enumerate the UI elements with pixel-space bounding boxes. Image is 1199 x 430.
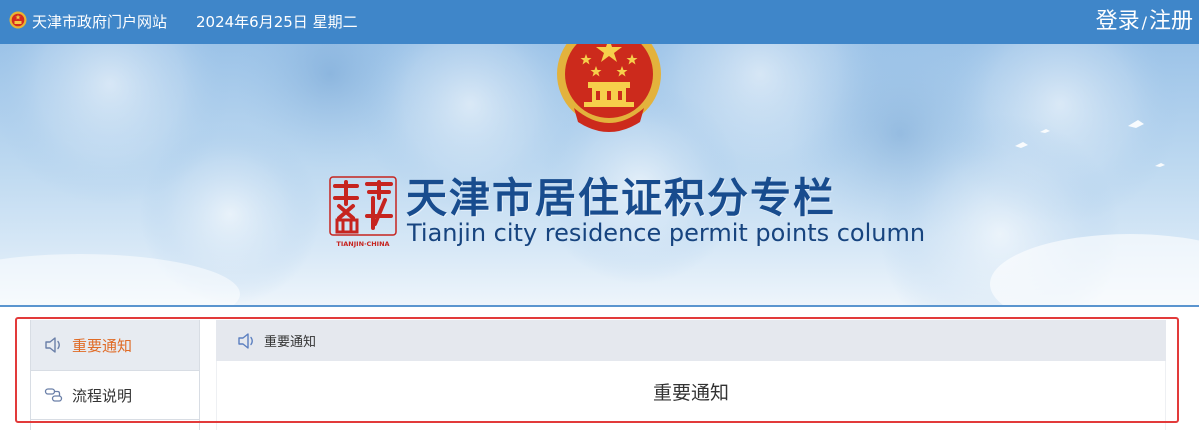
login-link[interactable]: 登录 — [1096, 7, 1140, 37]
tianjin-seal-logo: TIANJIN·CHINA — [329, 176, 397, 248]
notice-panel: 重要通知 — [216, 361, 1166, 430]
sidebar-item-notices[interactable]: 重要通知 — [31, 320, 199, 371]
page-title: 重要通知 — [652, 382, 729, 404]
flow-icon — [44, 386, 64, 404]
seal-caption: TIANJIN·CHINA — [336, 240, 389, 248]
banner-divider — [0, 305, 1199, 307]
main-content: 重要通知 重要通知 — [216, 320, 1166, 430]
register-link[interactable]: 注册 — [1149, 7, 1193, 37]
breadcrumb-label: 重要通知 — [264, 335, 317, 350]
national-emblem-icon — [9, 11, 27, 29]
top-bar: 天津市政府门户网站 2024年6月25日 星期二 登录 / 注册 — [0, 0, 1199, 44]
breadcrumb: 重要通知 — [216, 320, 1166, 361]
speaker-icon — [237, 332, 259, 350]
sidebar-item-process[interactable]: 流程说明 — [31, 371, 199, 420]
auth-separator: / — [1141, 13, 1147, 32]
sidebar-nav: 重要通知 流程说明 — [30, 320, 200, 430]
site-name-link[interactable]: 天津市政府门户网站 — [32, 12, 167, 32]
header-banner: TIANJIN·CHINA 天津市居住证积分专栏 Tianjin city re… — [0, 44, 1199, 306]
current-date: 2024年6月25日 星期二 — [196, 13, 358, 31]
sidebar-item-label: 重要通知 — [72, 336, 133, 355]
national-emblem-icon — [557, 44, 661, 132]
sidebar-item-label: 流程说明 — [72, 386, 133, 405]
banner-title: 天津市居住证积分专栏 — [406, 174, 836, 222]
banner-subtitle: Tianjin city residence permit points col… — [407, 219, 926, 247]
speaker-icon — [44, 336, 64, 354]
auth-links: 登录 / 注册 — [1096, 7, 1193, 38]
